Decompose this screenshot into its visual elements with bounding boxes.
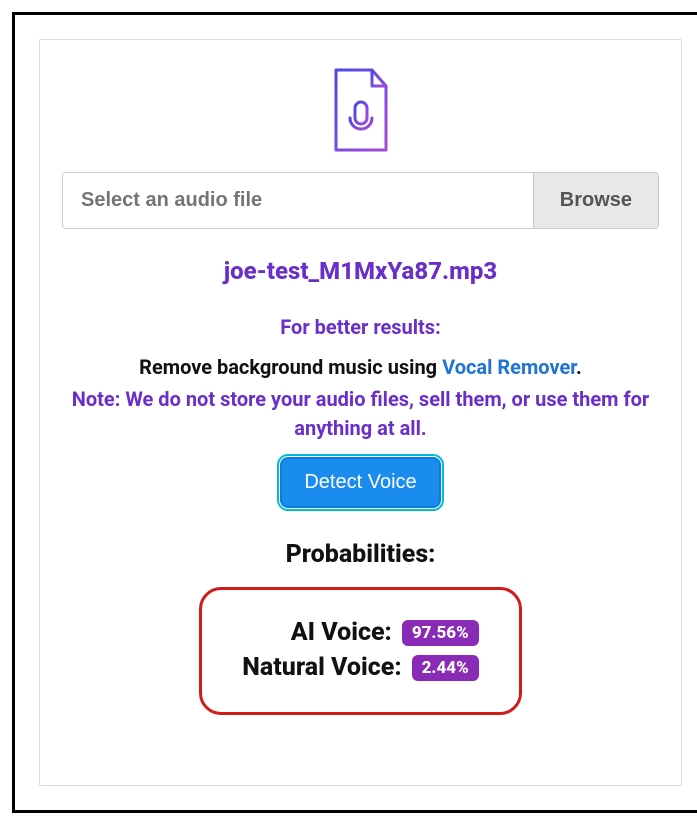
file-picker-row: Browse bbox=[62, 172, 659, 229]
natural-voice-badge: 2.44% bbox=[412, 655, 479, 681]
hint-title: For better results: bbox=[62, 315, 659, 339]
selected-filename: joe-test_M1MxYa87.mp3 bbox=[62, 257, 659, 285]
probabilities-box: AI Voice: 97.56% Natural Voice: 2.44% bbox=[199, 587, 521, 715]
natural-voice-row: Natural Voice: 2.44% bbox=[242, 653, 478, 682]
upload-card: Browse joe-test_M1MxYa87.mp3 For better … bbox=[39, 39, 682, 786]
audio-file-icon bbox=[62, 68, 659, 154]
hint-prefix: Remove background music using bbox=[139, 355, 442, 379]
natural-voice-label: Natural Voice: bbox=[242, 653, 401, 682]
hint-line: Remove background music using Vocal Remo… bbox=[62, 355, 659, 379]
storage-note: Note: We do not store your audio files, … bbox=[62, 385, 659, 443]
probabilities-title: Probabilities: bbox=[62, 540, 659, 569]
vocal-remover-link[interactable]: Vocal Remover bbox=[442, 355, 576, 379]
browse-button[interactable]: Browse bbox=[533, 173, 658, 228]
app-frame: Browse joe-test_M1MxYa87.mp3 For better … bbox=[12, 12, 697, 813]
ai-voice-badge: 97.56% bbox=[402, 620, 479, 646]
file-input[interactable] bbox=[63, 173, 533, 228]
ai-voice-row: AI Voice: 97.56% bbox=[242, 618, 478, 647]
ai-voice-label: AI Voice: bbox=[291, 618, 392, 647]
hint-suffix: . bbox=[576, 355, 582, 379]
detect-voice-button[interactable]: Detect Voice bbox=[280, 457, 440, 508]
